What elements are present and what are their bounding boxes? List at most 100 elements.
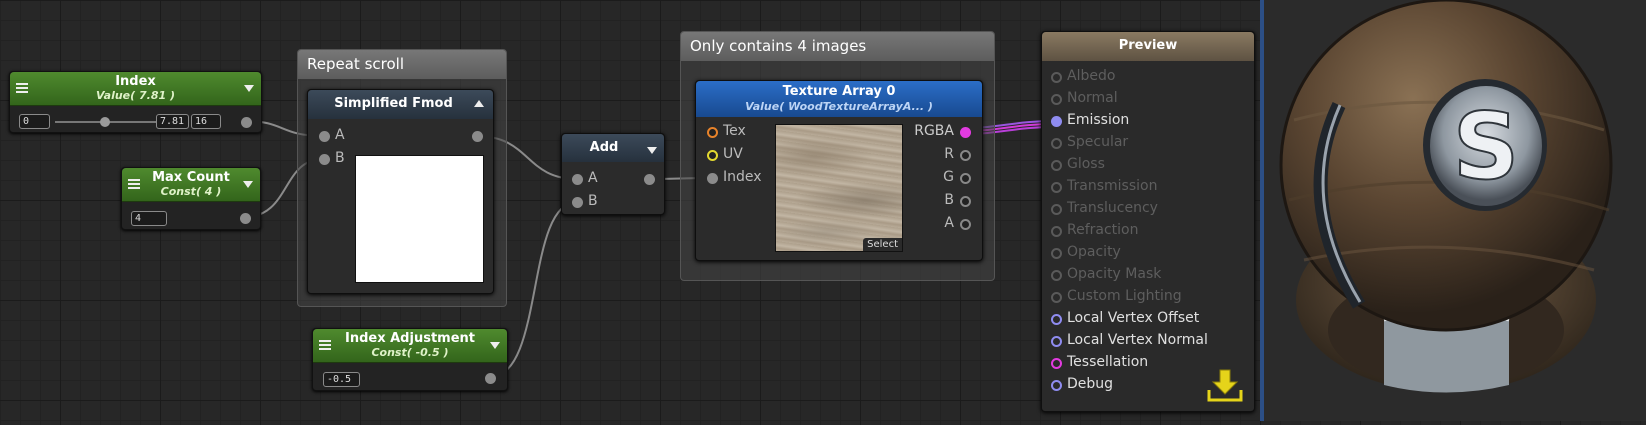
- logo-letter: S: [1453, 93, 1519, 200]
- preview-input-label: Translucency: [1067, 200, 1158, 216]
- slider-thumb[interactable]: [100, 117, 111, 127]
- input-port[interactable]: [1051, 204, 1062, 215]
- output-port[interactable]: [241, 117, 252, 128]
- input-label-uv: UV: [723, 146, 743, 162]
- output-port[interactable]: [644, 174, 655, 185]
- index-adjustment-node[interactable]: Index Adjustment Const( -0.5 ) -0.5: [312, 328, 508, 391]
- output-port-r[interactable]: [960, 150, 971, 161]
- chevron-up-icon[interactable]: [474, 100, 484, 107]
- preview-output-node[interactable]: Preview Albedo Normal Emission Specular Glos…: [1041, 31, 1255, 412]
- input-port[interactable]: [1051, 226, 1062, 237]
- node-title: Index: [115, 74, 156, 89]
- preview-input-label: Albedo: [1067, 68, 1116, 84]
- input-port[interactable]: [1051, 182, 1062, 193]
- output-port-rgba[interactable]: [960, 127, 971, 138]
- index-node[interactable]: Index Value( 7.81 ) 0 7.81 16: [9, 71, 262, 133]
- preview-sphere: S: [1279, 0, 1613, 393]
- node-header: Index Value( 7.81 ): [10, 72, 261, 106]
- node-header: Simplified Fmod: [308, 90, 493, 119]
- input-port-uv[interactable]: [707, 150, 718, 161]
- input-label-a: A: [588, 170, 598, 186]
- max-field[interactable]: 16: [191, 114, 221, 129]
- value-field[interactable]: 7.81: [156, 114, 189, 129]
- value-field[interactable]: -0.5: [323, 372, 360, 387]
- simplified-fmod-node[interactable]: Simplified Fmod A B: [307, 89, 494, 294]
- node-header: Add: [562, 134, 664, 162]
- preview-input-label: Emission: [1067, 112, 1130, 128]
- input-port-index[interactable]: [707, 173, 718, 184]
- output-label-rgba: RGBA: [914, 123, 954, 139]
- select-button[interactable]: Select: [863, 238, 902, 251]
- node-subtitle: Const( 4 ): [160, 185, 222, 198]
- add-node[interactable]: Add A B: [561, 133, 665, 215]
- preview-input-label: Opacity: [1067, 244, 1121, 260]
- value-field[interactable]: 4: [131, 211, 167, 226]
- node-header: Index Adjustment Const( -0.5 ): [313, 329, 507, 363]
- group-header: Repeat scroll: [298, 50, 506, 79]
- node-header: Preview: [1042, 32, 1254, 61]
- preview-input-label: Custom Lighting: [1067, 288, 1182, 304]
- node-title: Preview: [1118, 38, 1178, 53]
- input-port[interactable]: [1051, 116, 1062, 127]
- texture-preview-image: Select: [775, 124, 903, 252]
- output-port[interactable]: [472, 131, 483, 142]
- output-label-r: R: [944, 146, 954, 162]
- preview-input-label: Gloss: [1067, 156, 1105, 172]
- max-count-node[interactable]: Max Count Const( 4 ) 4: [121, 167, 261, 230]
- chevron-down-icon[interactable]: [647, 147, 657, 154]
- input-port[interactable]: [1051, 336, 1062, 347]
- input-port-tex[interactable]: [707, 127, 718, 138]
- input-port[interactable]: [1051, 270, 1062, 281]
- output-port-g[interactable]: [960, 173, 971, 184]
- node-subtitle: Value( 7.81 ): [96, 89, 175, 102]
- node-title: Index Adjustment: [345, 331, 475, 346]
- material-preview-viewport[interactable]: S: [1264, 0, 1646, 421]
- chevron-down-icon[interactable]: [244, 85, 254, 92]
- preview-input-label: Local Vertex Normal: [1067, 332, 1208, 348]
- output-port[interactable]: [485, 373, 496, 384]
- input-label-b: B: [335, 150, 345, 166]
- input-port-b[interactable]: [319, 154, 330, 165]
- input-port[interactable]: [1051, 248, 1062, 259]
- input-port[interactable]: [1051, 358, 1062, 369]
- download-tray-icon[interactable]: [1207, 368, 1243, 402]
- input-port[interactable]: [1051, 94, 1062, 105]
- preview-input-label: Debug: [1067, 376, 1114, 392]
- input-port-b[interactable]: [572, 197, 583, 208]
- input-port[interactable]: [1051, 314, 1062, 325]
- output-port-b[interactable]: [960, 196, 971, 207]
- node-title: Add: [589, 140, 619, 155]
- preview-input-label: Normal: [1067, 90, 1118, 106]
- node-title: Simplified Fmod: [334, 96, 453, 111]
- group-title: Only contains 4 images: [690, 37, 867, 55]
- input-label-index: Index: [723, 169, 762, 185]
- group-title: Repeat scroll: [307, 55, 404, 73]
- input-port[interactable]: [1051, 72, 1062, 83]
- texture-array-node[interactable]: Texture Array 0 Value( WoodTextureArrayA…: [695, 80, 983, 261]
- output-label-g: G: [943, 169, 954, 185]
- chevron-down-icon[interactable]: [490, 342, 500, 349]
- input-port[interactable]: [1051, 292, 1062, 303]
- input-port[interactable]: [1051, 160, 1062, 171]
- output-port-a[interactable]: [960, 219, 971, 230]
- input-port-a[interactable]: [572, 174, 583, 185]
- output-port[interactable]: [240, 213, 251, 224]
- preview-input-label: Tessellation: [1067, 354, 1149, 370]
- input-port[interactable]: [1051, 138, 1062, 149]
- node-header: Texture Array 0 Value( WoodTextureArrayA…: [696, 81, 982, 117]
- node-subtitle: Value( WoodTextureArrayA... ): [745, 100, 933, 113]
- input-port[interactable]: [1051, 380, 1062, 391]
- group-header: Only contains 4 images: [681, 32, 994, 61]
- preview-input-label: Opacity Mask: [1067, 266, 1162, 282]
- node-title: Max Count: [152, 170, 230, 185]
- input-port-a[interactable]: [319, 131, 330, 142]
- preview-input-label: Local Vertex Offset: [1067, 310, 1200, 326]
- input-label-b: B: [588, 193, 598, 209]
- preview-input-label: Specular: [1067, 134, 1129, 150]
- node-subtitle: Const( -0.5 ): [371, 346, 449, 359]
- input-label-tex: Tex: [723, 123, 746, 139]
- chevron-down-icon[interactable]: [243, 181, 253, 188]
- input-label-a: A: [335, 127, 345, 143]
- min-field[interactable]: 0: [19, 114, 50, 129]
- node-title: Texture Array 0: [782, 84, 896, 99]
